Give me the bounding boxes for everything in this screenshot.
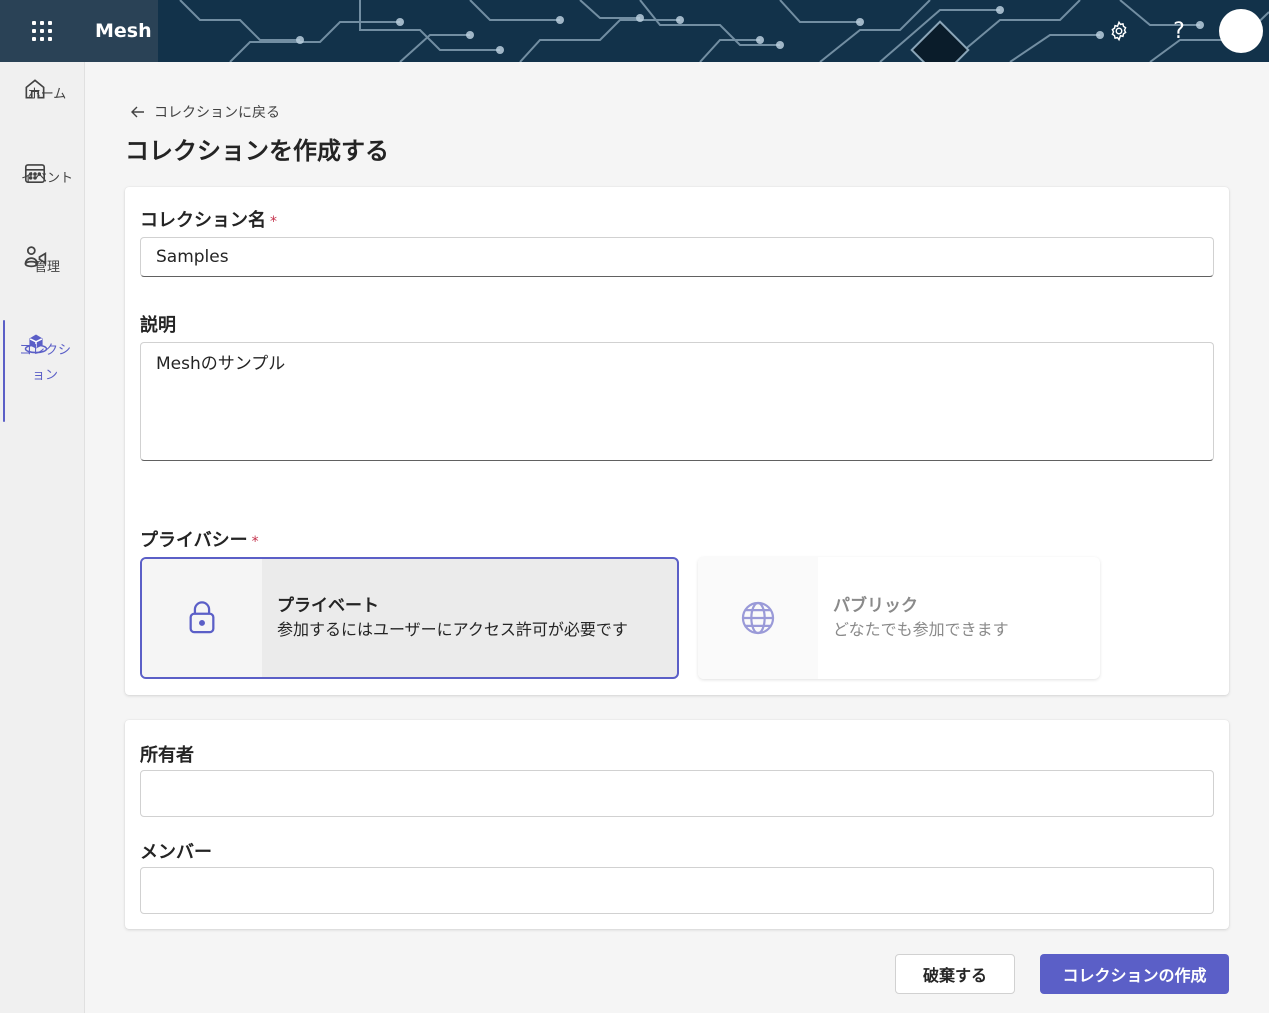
required-marker: * <box>251 534 259 550</box>
privacy-label-text: プライバシー <box>140 530 248 551</box>
public-title: パブリック <box>833 596 918 616</box>
rail-item-events[interactable]: イベント <box>0 154 85 224</box>
settings-button[interactable] <box>1104 16 1134 46</box>
public-description: どなたでも参加できます <box>833 620 1009 639</box>
help-button[interactable]: ? <box>1164 16 1194 46</box>
left-rail: ホーム イベント 管理 コレクション <box>0 62 85 1013</box>
waffle-icon <box>32 21 52 41</box>
public-icon-area <box>698 557 818 679</box>
rail-item-home[interactable]: ホーム <box>0 70 85 140</box>
rail-item-label: 管理 <box>33 260 60 275</box>
rail-item-label: コレクション <box>18 343 71 383</box>
lock-icon <box>189 601 215 634</box>
circuit-banner-image <box>0 0 1269 62</box>
members-input[interactable] <box>140 867 1214 914</box>
back-link-label: コレクションに戻る <box>154 105 280 121</box>
app-brand-area: Mesh <box>0 0 158 62</box>
privacy-label: プライバシー * <box>140 526 259 552</box>
privacy-option-private[interactable]: プライベート 参加するにはユーザーにアクセス許可が必要です <box>140 557 679 679</box>
rail-item-label: イベント <box>20 171 73 186</box>
rail-item-collections[interactable]: コレクション <box>0 324 85 416</box>
help-icon: ? <box>1173 18 1185 44</box>
rail-item-label: ホーム <box>27 87 67 102</box>
top-bar: Mesh ? <box>0 0 1269 62</box>
app-title: Mesh <box>95 20 152 42</box>
private-icon-area <box>142 559 262 677</box>
create-collection-button[interactable]: コレクションの作成 <box>1040 954 1229 994</box>
private-text: プライベート 参加するにはユーザーにアクセス許可が必要です <box>262 559 677 677</box>
globe-icon <box>741 601 775 635</box>
arrow-left-icon <box>131 106 144 118</box>
privacy-option-public[interactable]: パブリック どなたでも参加できます <box>698 557 1100 679</box>
public-text: パブリック どなたでも参加できます <box>818 557 1100 679</box>
collection-name-label: コレクション名 * <box>140 206 277 232</box>
gear-icon <box>1111 20 1127 42</box>
avatar[interactable] <box>1219 9 1263 53</box>
discard-button[interactable]: 破棄する <box>895 954 1015 994</box>
rail-item-manage[interactable]: 管理 <box>0 238 85 308</box>
app-launcher-button[interactable] <box>0 0 84 62</box>
page-title: コレクションを作成する <box>125 137 389 165</box>
collection-name-input[interactable]: Samples <box>140 237 1214 277</box>
description-textarea[interactable]: Meshのサンプル <box>140 342 1214 461</box>
membership-card: 所有者 メンバー <box>125 720 1229 929</box>
owner-label: 所有者 <box>140 745 194 766</box>
private-description: 参加するにはユーザーにアクセス許可が必要です <box>277 620 628 639</box>
back-to-collections-link[interactable]: コレクションに戻る <box>130 102 280 122</box>
owner-input[interactable] <box>140 770 1214 817</box>
private-title: プライベート <box>277 596 379 616</box>
required-marker: * <box>270 214 277 230</box>
collection-details-card: コレクション名 * Samples 説明 Meshのサンプル プライバシー * プラ… <box>125 187 1229 695</box>
members-label: メンバー <box>140 842 212 863</box>
description-label: 説明 <box>140 315 176 336</box>
collection-name-label-text: コレクション名 <box>140 210 266 231</box>
